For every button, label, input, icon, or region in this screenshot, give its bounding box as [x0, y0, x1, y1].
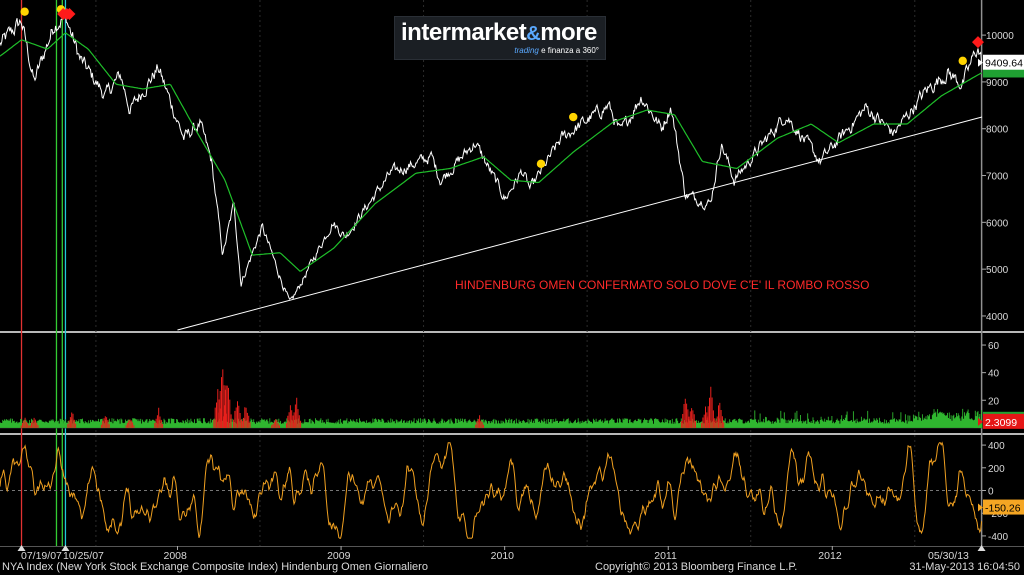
footer-index-description: NYA Index (New York Stock Exchange Compo… [2, 561, 428, 573]
histogram-spike [241, 407, 251, 428]
oscillator-y-tick-label: 400 [988, 441, 1005, 452]
histogram-y-tick-label: 20 [988, 396, 1000, 407]
axis-baseline [0, 546, 1024, 547]
logo-tagline-trading: trading [514, 46, 539, 55]
logo-ampersand: & [526, 23, 541, 45]
intermarket-more-logo: intermarket&more trading e finanza a 360… [394, 16, 606, 60]
logo-tagline: trading e finanza a 360° [514, 46, 599, 55]
oscillator-y-tick-label: -400 [988, 532, 1008, 543]
histogram-spike [154, 407, 164, 428]
price-y-tick-label: 4000 [986, 312, 1009, 323]
footer-copyright: Copyright© 2013 Bloomberg Finance L.P. [595, 561, 798, 573]
annotation-text: HINDENBURG OMEN CONFERMATO SOLO DOVE C'E… [455, 278, 869, 292]
oscillator-last-value: -150.26 [985, 503, 1021, 515]
oscillator-y-tick-label: 200 [988, 464, 1005, 475]
price-y-tick-label: 9000 [986, 78, 1009, 89]
histogram-green-bars [0, 408, 983, 428]
histogram-spike [292, 397, 302, 428]
x-tick-arrow [977, 545, 986, 551]
histogram-y-tick-label: 40 [988, 369, 1000, 380]
x-tick-label: 2012 [818, 550, 842, 562]
histogram-y-tick-label: 60 [988, 341, 1000, 352]
histogram-spike [715, 402, 725, 428]
price-y-tick-label: 7000 [986, 172, 1009, 183]
moving-average-line [0, 32, 982, 272]
histogram-last-value: 2.3099 [985, 417, 1017, 429]
logo-main-text: intermarket [401, 19, 527, 46]
hindenburg-signal-dot [958, 56, 967, 66]
oscillator-y-tick-label: 0 [988, 487, 994, 498]
footer-timestamp: 31-May-2013 16:04:50 [909, 561, 1020, 573]
price-y-tick-label: 8000 [986, 125, 1009, 136]
logo-tagline-rest: e finanza a 360° [541, 46, 599, 55]
support-trendline [177, 116, 983, 331]
price-y-tick-label: 6000 [986, 218, 1009, 229]
logo-more-text: more [540, 19, 597, 46]
price-last-value: 9409.64 [985, 58, 1023, 70]
price-y-tick-label: 10000 [986, 31, 1014, 42]
histogram-spike [67, 412, 77, 428]
histogram-spike [706, 386, 716, 428]
ma-last-value-tag [983, 68, 1024, 78]
histogram-spike [100, 416, 110, 428]
price-y-tick-label: 5000 [986, 265, 1009, 276]
logo-wordmark: intermarket&more [401, 19, 597, 47]
hindenburg-omen-chart: 40005000600070008000900010000HINDENBURG … [0, 0, 1024, 562]
panel-separator [0, 331, 1024, 333]
panel-separator [0, 433, 1024, 435]
histogram-spike [233, 401, 242, 428]
histogram-spike [687, 408, 696, 428]
x-tick-label: 2010 [491, 550, 515, 562]
hindenburg-signal-dot [569, 112, 578, 122]
hindenburg-signal-dot [536, 159, 546, 169]
hindenburg-signal-dot [20, 7, 29, 16]
